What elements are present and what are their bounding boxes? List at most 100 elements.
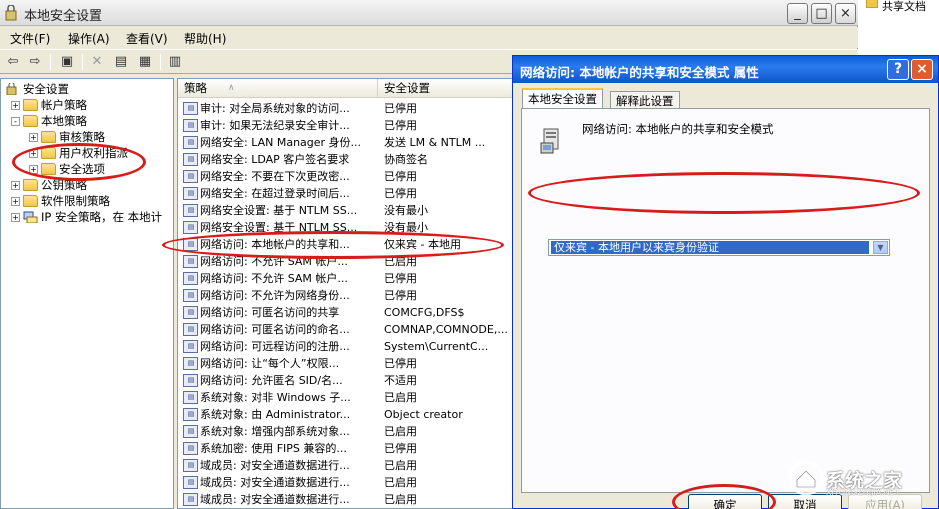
table-row[interactable]: ▤ 域成员: 对安全通道数据进行... 已启用 (178, 457, 516, 474)
help-button[interactable]: ? (887, 59, 909, 80)
policy-name: 审计: 如果无法纪录安全审计... (200, 119, 350, 132)
maximize-button[interactable]: □ (811, 3, 832, 24)
collapse-icon[interactable]: - (11, 117, 20, 126)
tree-item-ip-security[interactable]: + IP 安全策略，在 本地计 (11, 209, 162, 225)
policy-name: 网络访问: 让“每个人”权限... (200, 357, 340, 370)
policy-value: COMCFG,DFS$ (384, 306, 465, 319)
policy-value: Object creator (384, 408, 463, 421)
table-row[interactable]: ▤ 网络访问: 允许匿名 SID/名... 不适用 (178, 372, 516, 389)
policy-name: 域成员: 对安全通道数据进行... (200, 476, 350, 489)
table-row[interactable]: ▤ 网络访问: 可匿名访问的共享 COMCFG,DFS$ (178, 304, 516, 321)
expand-icon[interactable]: + (11, 197, 20, 206)
table-row[interactable]: ▤ 网络安全: 在超过登录时间后... 已停用 (178, 185, 516, 202)
folder-icon (41, 131, 56, 143)
table-row[interactable]: ▤ 域成员: 对安全通道数据进行... 已启用 (178, 491, 516, 508)
table-row[interactable]: ▤ 系统对象: 增强内部系统对象... 已启用 (178, 423, 516, 440)
table-row[interactable]: ▤ 系统对象: 由 Administrator... Object creator (178, 406, 516, 423)
policy-item-icon: ▤ (183, 391, 198, 404)
tree-item-public-key[interactable]: + 公钥策略 (11, 177, 87, 193)
tree-label: IP 安全策略，在 本地计 (41, 210, 163, 224)
policy-name: 网络安全: 在超过登录时间后... (200, 187, 350, 200)
policy-name: 审计: 对全局系统对象的访问... (200, 102, 350, 115)
help-icon[interactable]: ▥ (166, 53, 184, 71)
policy-item-icon: ▤ (183, 323, 198, 336)
table-row[interactable]: ▤ 网络访问: 不允许 SAM 帐户... 已启用 (178, 253, 516, 270)
expand-icon[interactable]: + (29, 133, 38, 142)
table-row[interactable]: ▤ 审计: 对全局系统对象的访问... 已停用 (178, 100, 516, 117)
expand-icon[interactable]: + (11, 181, 20, 190)
table-row[interactable]: ▤ 网络安全设置: 基于 NTLM SS... 没有最小 (178, 219, 516, 236)
apply-button[interactable]: 应用(A) (848, 494, 922, 509)
tab-local-security-setting[interactable]: 本地安全设置 (522, 88, 603, 108)
close-button[interactable]: × (835, 3, 856, 24)
table-row[interactable]: ▤ 域成员: 对安全通道数据进行... 已启用 (178, 474, 516, 491)
tree-item-user-rights[interactable]: + 用户权利指派 (29, 145, 128, 161)
expand-icon[interactable]: + (11, 213, 20, 222)
menu-bar: 文件(F) 操作(A) 查看(V) 帮助(H) (0, 27, 858, 48)
table-row[interactable]: ▤ 系统加密: 使用 FIPS 兼容的... 已停用 (178, 440, 516, 457)
tab-panel: 网络访问: 本地帐户的共享和安全模式 仅来宾 - 本地用户以来宾身份验证 ▼ (521, 108, 930, 493)
tree-item-audit-policy[interactable]: + 审核策略 (29, 129, 105, 145)
desktop-shared-docs[interactable]: 共享文档 (860, 0, 939, 14)
ok-button[interactable]: 确定 (688, 494, 762, 509)
tree-item-local-policy[interactable]: - 本地策略 (11, 113, 87, 129)
menu-view[interactable]: 查看(V) (126, 30, 168, 47)
export-list-icon[interactable]: ▦ (136, 53, 154, 71)
table-row[interactable]: ▤ 网络访问: 本地帐户的共享和... 仅来宾 - 本地用 (178, 236, 516, 253)
forward-arrow-icon[interactable]: ⇨ (26, 53, 44, 71)
table-row[interactable]: ▤ 系统对象: 对非 Windows 子... 已启用 (178, 389, 516, 406)
cancel-button[interactable]: 取消 (768, 494, 842, 509)
table-row[interactable]: ▤ 网络访问: 不允许为网络身份... 已停用 (178, 287, 516, 304)
folder-icon (23, 115, 38, 127)
toolbar-divider (160, 54, 161, 70)
security-settings-icon (5, 5, 17, 21)
policy-item-icon: ▤ (183, 476, 198, 489)
menu-file[interactable]: 文件(F) (10, 30, 50, 47)
properties-icon[interactable]: ▤ (112, 53, 130, 71)
expand-icon[interactable]: + (29, 165, 38, 174)
dialog-title-bar[interactable]: 网络访问: 本地帐户的共享和安全模式 属性 ? × (513, 56, 938, 83)
menu-help[interactable]: 帮助(H) (184, 30, 226, 47)
policy-value: 已启用 (384, 476, 417, 489)
table-row[interactable]: ▤ 网络安全: LDAP 客户签名要求 协商签名 (178, 151, 516, 168)
column-header-policy[interactable]: 策略 ∧ (178, 79, 378, 98)
policy-item-icon: ▤ (183, 340, 198, 353)
table-row[interactable]: ▤ 网络安全设置: 基于 NTLM SS... 没有最小 (178, 202, 516, 219)
policy-value: 已停用 (384, 289, 417, 302)
policy-item-icon: ▤ (183, 187, 198, 200)
policy-name: 域成员: 对安全通道数据进行... (200, 493, 350, 506)
policy-value: 已停用 (384, 170, 417, 183)
tree-label: 公钥策略 (41, 178, 87, 192)
column-header-setting[interactable]: 安全设置 (378, 79, 516, 98)
tree-item-account-policy[interactable]: + 帐户策略 (11, 97, 87, 113)
dialog-close-button[interactable]: × (911, 59, 933, 80)
table-row[interactable]: ▤ 网络安全: LAN Manager 身份... 发送 LM & NTLM ... (178, 134, 516, 151)
delete-icon[interactable]: ✕ (88, 53, 106, 71)
back-arrow-icon[interactable]: ⇦ (4, 53, 22, 71)
chevron-down-icon[interactable]: ▼ (873, 241, 888, 254)
table-row[interactable]: ▤ 审计: 如果无法纪录安全审计... 已停用 (178, 117, 516, 134)
minimize-button[interactable]: _ (787, 3, 808, 24)
tree-item-software-restriction[interactable]: + 软件限制策略 (11, 193, 110, 209)
table-row[interactable]: ▤ 网络安全: 不要在下次更改密... 已停用 (178, 168, 516, 185)
security-mode-select[interactable]: 仅来宾 - 本地用户以来宾身份验证 ▼ (548, 239, 890, 256)
table-row[interactable]: ▤ 网络访问: 可匿名访问的命名... COMNAP,COMNODE,... (178, 321, 516, 338)
expand-icon[interactable]: + (11, 101, 20, 110)
policy-item-icon: ▤ (183, 459, 198, 472)
policy-value: 已停用 (384, 357, 417, 370)
tree-label: 审核策略 (59, 130, 105, 144)
policy-list: 策略 ∧ 安全设置 ▤ 审计: 对全局系统对象的访问... 已停用 ▤ 审计: 如果无法纪… (177, 78, 517, 509)
expand-icon[interactable]: + (29, 149, 38, 158)
policy-item-icon: ▤ (183, 204, 198, 217)
desktop-item-label: 共享文档 (882, 0, 926, 13)
menu-action[interactable]: 操作(A) (68, 30, 110, 47)
title-bar[interactable]: 本地安全设置 _ □ × (0, 0, 858, 26)
table-row[interactable]: ▤ 网络访问: 可远程访问的注册... System\CurrentC... (178, 338, 516, 355)
up-folder-icon[interactable]: ▣ (58, 53, 76, 71)
table-row[interactable]: ▤ 网络访问: 不允许 SAM 帐户... 已停用 (178, 270, 516, 287)
dialog-title: 网络访问: 本地帐户的共享和安全模式 属性 (520, 65, 759, 80)
tree-item-security-options[interactable]: + 安全选项 (29, 161, 105, 177)
tree-item-security-settings[interactable]: 安全设置 (5, 81, 69, 97)
table-row[interactable]: ▤ 网络访问: 让“每个人”权限... 已停用 (178, 355, 516, 372)
policy-item-icon: ▤ (183, 221, 198, 234)
